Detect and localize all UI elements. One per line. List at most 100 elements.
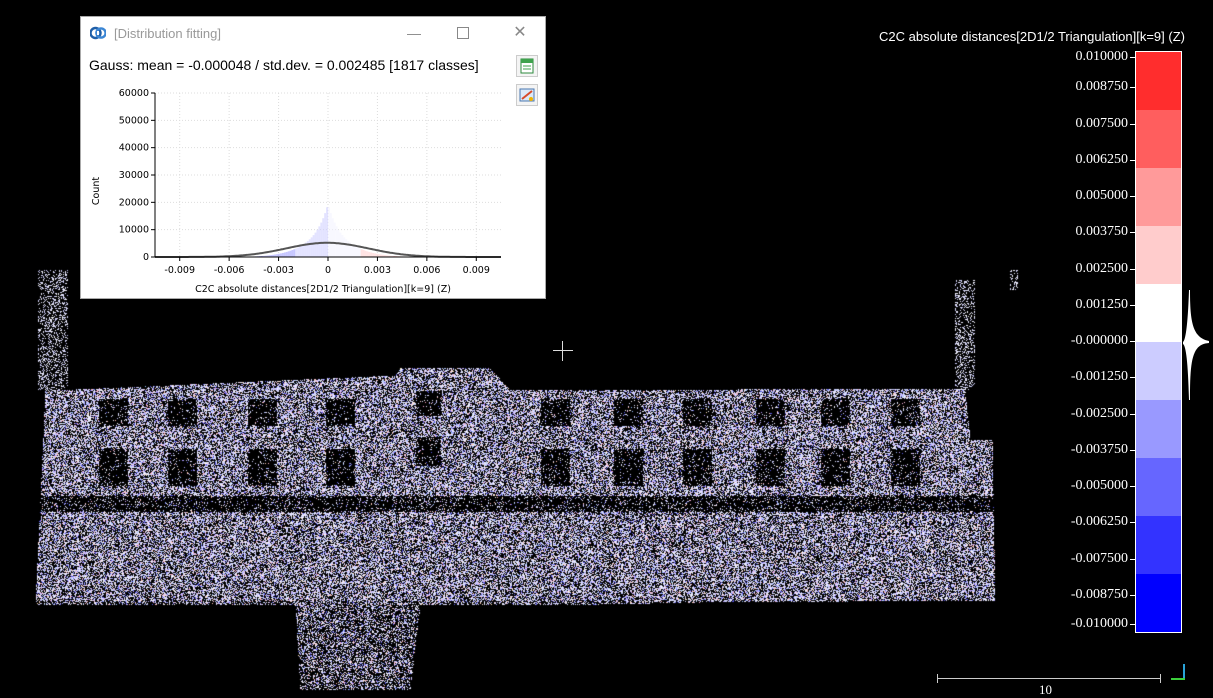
cloudcompare-logo-icon [90, 26, 106, 40]
color-scale-cell [1136, 110, 1181, 169]
histogram-bar [285, 251, 288, 257]
color-scale-tick-label: 0.010000 [1075, 49, 1129, 64]
color-scale-tick-mark [1130, 594, 1135, 596]
histogram-bar [314, 232, 317, 257]
dialog-title: [Distribution fitting] [114, 26, 221, 41]
distribution-fitting-dialog[interactable]: [Distribution fitting] — ✕ Gauss: mean =… [80, 16, 546, 299]
histogram-bar [345, 239, 348, 257]
histogram-bar [360, 249, 363, 257]
graphical-scale-tick-right [1160, 674, 1161, 683]
histogram-bar [368, 251, 371, 257]
histogram-bar [339, 232, 342, 257]
color-scale-tick-mark [1130, 123, 1135, 125]
histogram-bar [289, 250, 292, 257]
histogram-bar [374, 253, 377, 257]
x-tick-label: 0.006 [413, 265, 440, 276]
minimize-button[interactable]: — [399, 22, 429, 44]
histogram-bar [299, 246, 302, 257]
histogram-bar [335, 226, 338, 257]
x-tick-label: -0.006 [214, 265, 245, 276]
color-scale-cell [1136, 168, 1181, 227]
y-tick-label: 20000 [119, 197, 149, 208]
color-scale-cell [1136, 516, 1181, 575]
histogram-bar [333, 222, 336, 257]
color-scale-cell [1136, 342, 1181, 401]
close-button[interactable]: ✕ [505, 22, 535, 44]
y-tick-labels: 0 10000 20000 30000 40000 50000 60000 [119, 88, 155, 263]
histogram-bar [364, 250, 367, 257]
graphical-scale-tick-left [937, 674, 938, 683]
color-scale-cell [1136, 226, 1181, 285]
color-scale-tick-label: -0.006250 [1070, 514, 1128, 530]
color-scale-tick-mark [1130, 87, 1135, 89]
histogram-bar [362, 250, 365, 257]
color-scale-tick-mark [1130, 558, 1135, 560]
color-scale-cell [1136, 458, 1181, 517]
color-scale-cell [1136, 574, 1181, 632]
color-scale-tick-label: -0.008750 [1070, 586, 1128, 602]
color-scale-tick-label: -0.005000 [1070, 478, 1128, 493]
color-scale-cell [1136, 52, 1181, 111]
maximize-button[interactable] [447, 22, 477, 44]
y-tick-label: 60000 [119, 88, 149, 99]
y-tick-label: 0 [143, 252, 149, 263]
graphical-scale-line [937, 678, 1161, 679]
color-scale-tick-mark [1130, 522, 1135, 524]
export-csv-button[interactable] [516, 55, 538, 77]
crosshair-icon [553, 341, 573, 361]
color-scale-tick-label: 0.003750 [1075, 224, 1129, 240]
distribution-plot: 0100002000030000400005000060000 -0.009 -0… [91, 88, 501, 295]
histogram-bars [162, 207, 494, 257]
y-tick-label: 10000 [119, 225, 149, 236]
color-scale-tick-mark [1130, 304, 1135, 306]
x-axis-label: C2C absolute distances[2D1/2 Triangulati… [195, 284, 451, 295]
y-tick-label: 50000 [119, 115, 149, 126]
scalebar-title: C2C absolute distances[2D1/2 Triangulati… [878, 29, 1185, 44]
histogram-bar [328, 207, 330, 257]
export-csv-icon [520, 58, 534, 74]
histogram-bar [372, 252, 375, 257]
x-tick-label: -0.003 [263, 265, 294, 276]
x-tick-label: 0.009 [463, 265, 490, 276]
color-scale-tick-mark [1130, 624, 1135, 625]
histogram-bar [356, 247, 359, 257]
color-scale-tick-mark [1130, 377, 1135, 379]
color-scale-bar [1135, 51, 1182, 633]
y-tick-label: 40000 [119, 143, 149, 154]
color-scale-tick-mark [1130, 341, 1135, 342]
histogram-bar [326, 207, 328, 257]
histogram-bar [279, 253, 282, 257]
histogram-bar [291, 250, 294, 257]
histogram-bar [331, 218, 334, 257]
color-scale-tick-label: -0.010000 [1070, 616, 1128, 631]
histogram-bar [287, 251, 290, 257]
histogram-bar [354, 246, 357, 257]
color-scale-tick-label: 0.002500 [1075, 260, 1129, 276]
color-scale-tick-label: 0.006250 [1075, 151, 1129, 167]
color-scale-tick-mark [1130, 232, 1135, 234]
x-tick-labels: -0.009 -0.006 -0.003 0 0.003 0.006 0.009 [164, 257, 490, 276]
histogram-bar [358, 248, 361, 257]
x-tick-label: 0 [325, 265, 331, 276]
dialog-titlebar[interactable]: [Distribution fitting] — ✕ [81, 17, 545, 47]
histogram-bar [312, 235, 315, 257]
histogram-bar [370, 252, 373, 257]
color-scale-tick-mark [1130, 268, 1135, 270]
color-scale-tick-mark [1130, 449, 1135, 451]
color-scale-tick-label: -0.002500 [1070, 405, 1128, 421]
color-scale-tick-label: 0.008750 [1075, 79, 1129, 95]
color-scale-tick-label: 0.007500 [1075, 115, 1129, 131]
color-scale-tick-label: -0.000000 [1070, 333, 1128, 348]
scale-histogram-spike [1183, 290, 1209, 400]
axis-trihedron-icon [1171, 664, 1185, 680]
y-axis-label: Count [91, 177, 102, 205]
histogram-bar [322, 218, 325, 257]
color-scale-tick-mark [1130, 413, 1135, 415]
color-scale-tick-label: -0.003750 [1070, 441, 1128, 457]
histogram-bar [324, 213, 327, 257]
x-tick-label: 0.003 [364, 265, 391, 276]
histogram-bar [341, 235, 344, 257]
histogram-bar [318, 226, 321, 257]
histogram-bar [343, 237, 346, 257]
color-scale-tick-label: -0.001250 [1070, 369, 1128, 385]
